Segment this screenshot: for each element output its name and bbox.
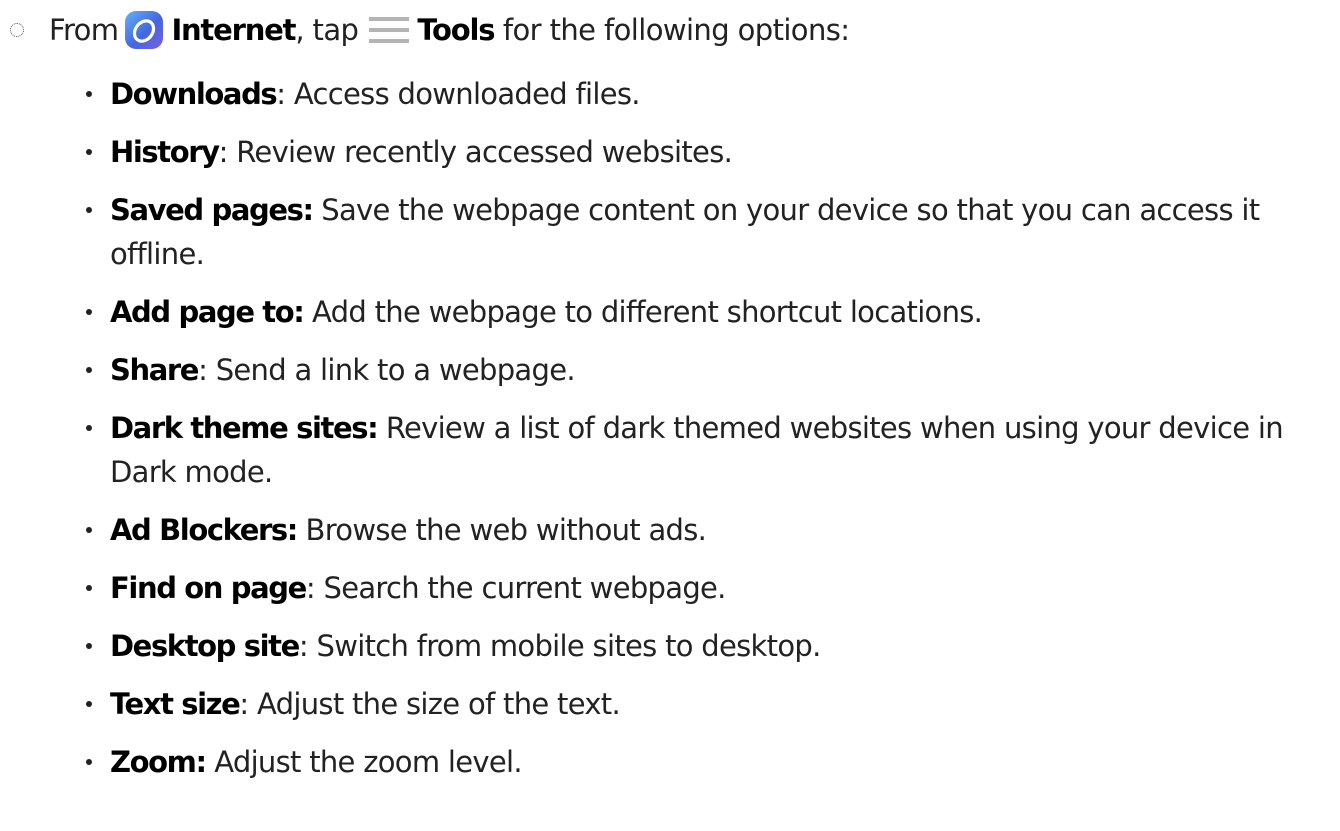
option-term: Zoom:: [110, 745, 207, 779]
option-description: Switch from mobile sites to desktop.: [316, 629, 821, 663]
option-term: History: [110, 135, 220, 169]
option-term: Share: [110, 353, 199, 387]
intro-tap-text: , tap: [295, 13, 359, 47]
option-description: Access downloaded files.: [293, 77, 641, 111]
option-find-on-page: Find on page: Search the current webpage…: [0, 566, 1340, 610]
bullet-icon: [86, 425, 92, 431]
bullet-icon: [86, 527, 92, 533]
option-downloads: Downloads: Access downloaded files.: [0, 72, 1340, 116]
option-term: Saved pages:: [110, 193, 314, 227]
option-description: Send a link to a webpage.: [215, 353, 576, 387]
bullet-icon: [86, 207, 92, 213]
hamburger-menu-icon: [367, 10, 411, 50]
option-ad-blockers: Ad Blockers: Browse the web without ads.: [0, 508, 1340, 552]
option-description: Browse the web without ads.: [305, 513, 707, 547]
tools-label: Tools: [417, 13, 495, 47]
option-term: Add page to:: [110, 295, 305, 329]
option-add-page-to: Add page to: Add the webpage to differen…: [0, 290, 1340, 334]
option-term: Downloads: [110, 77, 278, 111]
intro-rest-text: for the following options:: [502, 13, 850, 47]
option-description: Adjust the size of the text.: [257, 687, 621, 721]
option-saved-pages: Saved pages: Save the webpage content on…: [0, 188, 1340, 276]
option-history: History: Review recently accessed websit…: [0, 130, 1340, 174]
intro-from-text: From: [49, 13, 119, 47]
option-share: Share: Send a link to a webpage.: [0, 348, 1340, 392]
bullet-icon: [86, 91, 92, 97]
tools-options-list: Downloads: Access downloaded files. Hist…: [0, 72, 1340, 798]
option-term: Find on page: [110, 571, 307, 605]
bullet-icon: [86, 367, 92, 373]
step-marker-icon: [10, 23, 24, 37]
bullet-icon: [86, 309, 92, 315]
bullet-icon: [86, 585, 92, 591]
bullet-icon: [86, 701, 92, 707]
app-name-internet: Internet: [171, 13, 296, 47]
bullet-icon: [86, 759, 92, 765]
option-description: Adjust the zoom level.: [214, 745, 522, 779]
option-description: Review recently accessed websites.: [236, 135, 733, 169]
option-term: Desktop site: [110, 629, 300, 663]
option-term: Ad Blockers:: [110, 513, 298, 547]
intro-instruction: From Internet , tap Tools for the follow…: [0, 7, 850, 53]
option-text-size: Text size: Adjust the size of the text.: [0, 682, 1340, 726]
option-dark-theme-sites: Dark theme sites: Review a list of dark …: [0, 406, 1340, 494]
option-description: Search the current webpage.: [323, 571, 726, 605]
option-desktop-site: Desktop site: Switch from mobile sites t…: [0, 624, 1340, 668]
option-description: Add the webpage to different shortcut lo…: [312, 295, 983, 329]
bullet-icon: [86, 149, 92, 155]
samsung-internet-icon: [124, 10, 164, 50]
option-term: Text size: [110, 687, 241, 721]
option-zoom: Zoom: Adjust the zoom level.: [0, 740, 1340, 784]
option-term: Dark theme sites:: [110, 411, 379, 445]
bullet-icon: [86, 643, 92, 649]
